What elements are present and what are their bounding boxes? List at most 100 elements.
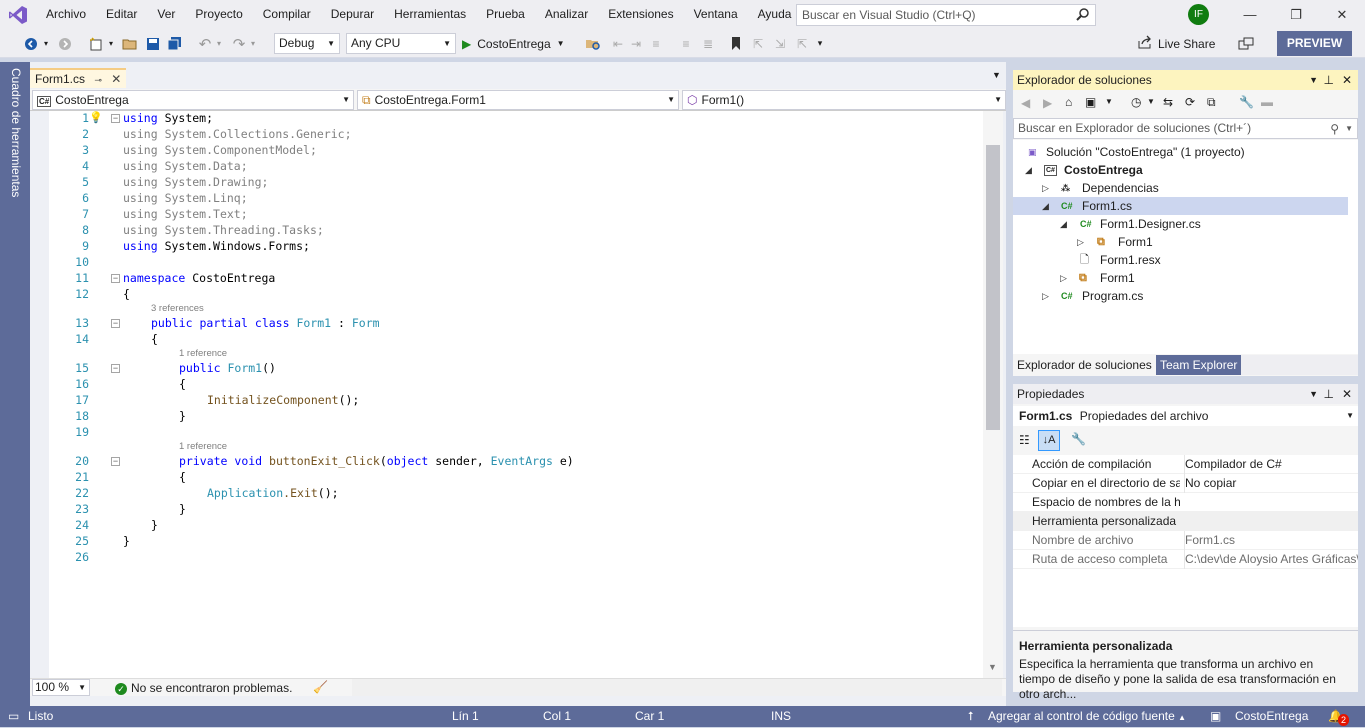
save-all-icon[interactable] bbox=[166, 33, 184, 54]
live-share-button[interactable]: Live Share bbox=[1138, 33, 1222, 54]
preview-badge[interactable]: PREVIEW bbox=[1277, 31, 1352, 56]
home-icon[interactable]: ⌂ bbox=[1065, 95, 1072, 109]
document-tab-form1[interactable]: Form1.cs ⊸ ✕ bbox=[30, 68, 126, 88]
collapse-icon[interactable]: − bbox=[111, 457, 120, 466]
collapse-icon[interactable]: − bbox=[111, 319, 120, 328]
menu-editar[interactable]: Editar bbox=[96, 0, 147, 29]
tree-item-designer[interactable]: ◢ C# Form1.Designer.cs bbox=[1013, 215, 1358, 233]
collapsed-arrow-icon[interactable]: ▷ bbox=[1042, 179, 1049, 197]
property-row[interactable]: Espacio de nombres de la he bbox=[1013, 493, 1358, 512]
add-to-source-control-button[interactable]: Agregar al control de código fuente ▲ bbox=[988, 706, 1186, 728]
solution-platform-select[interactable]: Any CPU▼ bbox=[346, 33, 456, 54]
menu-depurar[interactable]: Depurar bbox=[321, 0, 384, 29]
property-row[interactable]: Acción de compilación Compilador de C# bbox=[1013, 455, 1358, 474]
tree-item-solution[interactable]: ▣ Solución "CostoEntrega" (1 proyecto) bbox=[1013, 143, 1358, 161]
close-panel-icon[interactable]: ✕ bbox=[1342, 70, 1352, 90]
tab-solution-explorer[interactable]: Explorador de soluciones bbox=[1013, 355, 1156, 375]
menu-herramientas[interactable]: Herramientas bbox=[384, 0, 476, 29]
categorized-icon[interactable]: ☷ bbox=[1019, 433, 1030, 447]
lightbulb-icon[interactable]: 💡 bbox=[89, 111, 103, 124]
zoom-select[interactable]: 100 %▼ bbox=[32, 679, 90, 696]
tree-item-form1-class-designer[interactable]: ▷ ⧉ Form1 bbox=[1013, 233, 1358, 251]
property-row[interactable]: Ruta de acceso completa C:\dev\de Aloysi… bbox=[1013, 550, 1358, 569]
tree-item-program[interactable]: ▷ C# Program.cs bbox=[1013, 287, 1358, 305]
collapse-icon[interactable]: − bbox=[111, 364, 120, 373]
redo-icon[interactable]: ↷ bbox=[230, 33, 248, 54]
tree-item-project[interactable]: ◢ C# CostoEntrega bbox=[1013, 161, 1358, 179]
redo-dropdown-icon[interactable]: ▾ bbox=[248, 33, 258, 54]
tree-item-form1-class[interactable]: ▷ ⧉ Form1 bbox=[1013, 269, 1358, 287]
menu-extensiones[interactable]: Extensiones bbox=[598, 0, 683, 29]
chevron-down-icon[interactable]: ▼ bbox=[1147, 97, 1155, 106]
close-window-button[interactable]: ✕ bbox=[1319, 0, 1365, 29]
format-icon[interactable]: ≣ bbox=[700, 33, 716, 54]
tree-item-form1cs[interactable]: ◢ C# Form1.cs bbox=[1013, 197, 1358, 215]
open-folder-icon[interactable] bbox=[120, 33, 140, 54]
clear-bookmarks-icon[interactable]: ⇱ bbox=[794, 33, 810, 54]
back-dropdown-icon[interactable]: ▾ bbox=[40, 33, 52, 54]
property-value[interactable]: No copiar bbox=[1184, 474, 1358, 493]
property-row[interactable]: Nombre de archivo Form1.cs bbox=[1013, 531, 1358, 550]
comment-icon[interactable]: ≡ bbox=[648, 33, 664, 54]
chevron-down-icon[interactable]: ▼ bbox=[1105, 97, 1113, 106]
scrollbar-thumb[interactable] bbox=[986, 145, 1000, 430]
tree-item-resx[interactable]: 🗋 Form1.resx bbox=[1013, 251, 1358, 269]
outdent-icon[interactable]: ⇥ bbox=[628, 33, 644, 54]
collapse-all-icon[interactable]: ⧉ bbox=[1207, 95, 1216, 110]
codelens-references[interactable]: 1 reference bbox=[179, 441, 227, 452]
menu-prueba[interactable]: Prueba bbox=[476, 0, 535, 29]
indent-icon[interactable]: ⇤ bbox=[610, 33, 626, 54]
find-in-files-icon[interactable] bbox=[580, 33, 606, 54]
collapse-icon[interactable]: − bbox=[111, 274, 120, 283]
properties-object-select[interactable]: Form1.cs Propiedades del archivo ▼ bbox=[1013, 406, 1358, 426]
undo-dropdown-icon[interactable]: ▾ bbox=[214, 33, 224, 54]
panel-menu-icon[interactable]: ▼ bbox=[1309, 70, 1318, 90]
user-avatar[interactable]: IF bbox=[1188, 4, 1209, 25]
feedback-icon[interactable] bbox=[1236, 33, 1256, 54]
properties-wrench-icon[interactable]: 🔧 bbox=[1239, 95, 1254, 109]
back-icon[interactable] bbox=[22, 33, 40, 54]
expanded-arrow-icon[interactable]: ◢ bbox=[1042, 197, 1049, 215]
collapse-icon[interactable]: − bbox=[111, 114, 120, 123]
undo-icon[interactable]: ↶ bbox=[196, 33, 214, 54]
close-tab-icon[interactable]: ✕ bbox=[111, 72, 121, 86]
next-bookmark-icon[interactable]: ⇲ bbox=[772, 33, 788, 54]
type-nav-select[interactable]: ⧉CostoEntrega.Form1▼ bbox=[357, 90, 679, 110]
codelens-references[interactable]: 3 references bbox=[151, 303, 204, 314]
start-debugging-button[interactable]: ▶ CostoEntrega ▼ bbox=[462, 33, 572, 54]
upload-arrow-icon[interactable]: ⭡ bbox=[968, 706, 974, 727]
collapsed-arrow-icon[interactable]: ▷ bbox=[1042, 287, 1049, 305]
menu-ventana[interactable]: Ventana bbox=[684, 0, 748, 29]
bookmark-icon[interactable] bbox=[728, 33, 744, 54]
panel-menu-icon[interactable]: ▼ bbox=[1309, 384, 1318, 404]
status-repository[interactable]: CostoEntrega bbox=[1235, 706, 1308, 727]
menu-analizar[interactable]: Analizar bbox=[535, 0, 598, 29]
restore-button[interactable]: ❐ bbox=[1273, 0, 1319, 29]
project-nav-select[interactable]: C#CostoEntrega▼ bbox=[32, 90, 354, 110]
search-input[interactable]: Buscar en Visual Studio (Ctrl+Q) bbox=[796, 4, 1096, 26]
alphabetical-icon[interactable]: ↓A bbox=[1038, 430, 1060, 451]
toolbar-overflow-icon[interactable]: ▾ bbox=[814, 33, 826, 54]
expanded-arrow-icon[interactable]: ◢ bbox=[1060, 215, 1067, 233]
minimize-button[interactable]: — bbox=[1227, 0, 1273, 29]
forward-icon[interactable]: ▶ bbox=[1043, 96, 1052, 110]
toolbox-label[interactable]: Cuadro de herramientas bbox=[9, 68, 23, 197]
tab-team-explorer[interactable]: Team Explorer bbox=[1156, 355, 1241, 375]
expanded-arrow-icon[interactable]: ◢ bbox=[1025, 161, 1032, 179]
solution-configuration-select[interactable]: Debug▼ bbox=[274, 33, 340, 54]
back-icon[interactable]: ◀ bbox=[1021, 96, 1030, 110]
toolbox-strip[interactable]: Cuadro de herramientas bbox=[0, 62, 30, 706]
collapsed-arrow-icon[interactable]: ▷ bbox=[1060, 269, 1067, 287]
solution-search-input[interactable]: Buscar en Explorador de soluciones (Ctrl… bbox=[1013, 118, 1358, 139]
property-row[interactable]: Herramienta personalizada bbox=[1013, 512, 1358, 531]
property-row[interactable]: Copiar en el directorio de sa No copiar bbox=[1013, 474, 1358, 493]
pending-changes-icon[interactable]: ◷ bbox=[1131, 95, 1141, 109]
preview-selected-icon[interactable]: ▬ bbox=[1261, 95, 1273, 109]
switch-views-icon[interactable]: ▣ bbox=[1085, 95, 1096, 109]
property-pages-wrench-icon[interactable]: 🔧 bbox=[1071, 432, 1086, 446]
code-cleanup-icon[interactable]: 🧹 bbox=[313, 679, 328, 696]
menu-ver[interactable]: Ver bbox=[147, 0, 185, 29]
chevron-down-icon[interactable]: ▼ bbox=[1345, 119, 1353, 138]
refresh-icon[interactable]: ⟳ bbox=[1185, 95, 1195, 109]
tab-list-dropdown-icon[interactable]: ▼ bbox=[992, 70, 1001, 80]
